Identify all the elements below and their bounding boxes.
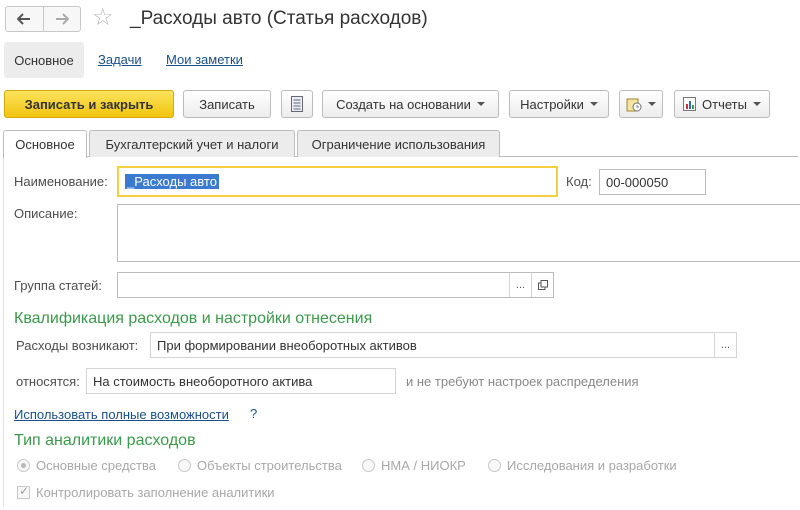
tab-bar: Основное Бухгалтерский учет и налоги Огр… [3, 130, 798, 158]
favorite-star-icon[interactable]: ☆ [92, 4, 114, 32]
code-value: 00-000050 [606, 174, 669, 190]
tab-accounting[interactable]: Бухгалтерский учет и налоги [89, 130, 295, 157]
create-based-on-label: Создать на основании [336, 96, 471, 112]
radio-label: НМА / НИОКР [381, 458, 466, 473]
section-notes-link[interactable]: Мои заметки [166, 52, 243, 67]
tab-main[interactable]: Основное [3, 130, 87, 158]
create-based-on-button[interactable]: Создать на основании [322, 90, 499, 118]
radio-label: Исследования и разработки [507, 458, 677, 473]
relate-input[interactable]: На стоимость внеоборотного актива [86, 368, 396, 394]
radio-research[interactable]: Исследования и разработки [488, 458, 677, 473]
relate-value: На стоимость внеоборотного актива [93, 373, 313, 389]
save-button[interactable]: Записать [183, 90, 271, 118]
save-and-close-button[interactable]: Записать и закрыть [4, 90, 174, 118]
help-icon[interactable]: ? [250, 406, 257, 421]
checkbox-label: Контролировать заполнение аналитики [36, 485, 275, 500]
ellipsis-icon: ... [720, 339, 731, 351]
title-bar: ☆ _Расходы авто (Статья расходов) [0, 0, 800, 38]
page-title: _Расходы авто (Статья расходов) [130, 8, 428, 29]
relate-hint: и не требуют настроек распределения [406, 374, 639, 389]
radio-selected-icon [17, 459, 30, 472]
back-button[interactable] [6, 7, 43, 31]
checkbox-checked-icon [17, 484, 30, 499]
radio-label: Объекты строительства [197, 458, 342, 473]
radio-label: Основные средства [36, 458, 156, 473]
radio-icon [488, 459, 501, 472]
section-main[interactable]: Основное [4, 42, 84, 78]
arise-select-button[interactable]: ... [714, 333, 736, 357]
open-window-icon [537, 280, 548, 290]
report-icon [683, 97, 697, 111]
arise-input[interactable]: При формировании внеоборотных активов ..… [150, 332, 737, 358]
code-label: Код: [566, 174, 592, 189]
description-label: Описание: [14, 206, 78, 221]
section-nav: Основное Задачи Мои заметки [0, 42, 800, 78]
group-input[interactable]: ... [117, 272, 554, 298]
nav-buttons [5, 6, 81, 32]
radio-icon [178, 459, 191, 472]
qualification-header: Квалификация расходов и настройки отнесе… [14, 310, 373, 327]
toolbar: Записать и закрыть Записать Создать на о… [0, 90, 800, 120]
arise-value: При формировании внеоборотных активов [157, 337, 417, 353]
attachments-button[interactable] [619, 90, 663, 118]
relate-label: относятся: [16, 374, 80, 389]
full-features-link[interactable]: Использовать полные возможности [14, 407, 229, 422]
radio-fixed-assets[interactable]: Основные средства [17, 458, 156, 473]
group-label: Группа статей: [14, 278, 102, 293]
section-tasks-link[interactable]: Задачи [98, 52, 142, 67]
arrow-right-icon [55, 13, 69, 25]
group-select-button[interactable]: ... [509, 273, 531, 297]
code-input[interactable]: 00-000050 [599, 169, 706, 195]
arrow-left-icon [17, 13, 31, 25]
chevron-down-icon [648, 102, 656, 106]
name-input[interactable]: _Расходы авто [117, 166, 558, 197]
analytics-header: Тип аналитики расходов [14, 432, 196, 449]
reports-label: Отчеты [702, 96, 747, 112]
radio-icon [362, 459, 375, 472]
reports-button[interactable]: Отчеты [674, 90, 770, 118]
control-analytics-checkbox[interactable]: Контролировать заполнение аналитики [17, 484, 275, 500]
chevron-down-icon [589, 102, 598, 106]
radio-intangibles[interactable]: НМА / НИОКР [362, 458, 466, 473]
settings-button[interactable]: Настройки [509, 90, 609, 118]
chevron-down-icon [752, 102, 761, 106]
list-icon [291, 96, 303, 112]
group-open-button[interactable] [531, 273, 553, 297]
radio-construction[interactable]: Объекты строительства [178, 458, 342, 473]
forward-button[interactable] [42, 7, 80, 31]
ellipsis-icon: ... [515, 279, 526, 291]
name-label: Наименование: [14, 174, 108, 189]
document-list-button[interactable] [281, 90, 313, 118]
tab-usage-restriction[interactable]: Ограничение использования [297, 130, 500, 157]
attachment-clip-icon [626, 98, 642, 112]
name-value: _Расходы авто [125, 174, 219, 189]
settings-label: Настройки [520, 96, 584, 112]
arise-label: Расходы возникают: [16, 338, 139, 353]
description-textarea[interactable] [117, 204, 800, 262]
chevron-down-icon [476, 102, 485, 106]
